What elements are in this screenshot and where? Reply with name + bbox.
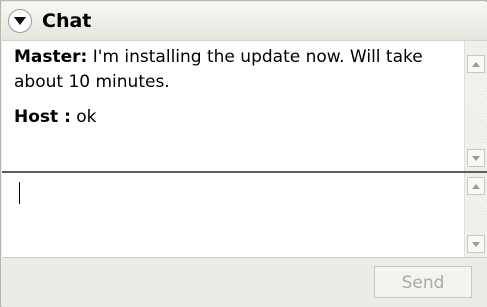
chat-title: Chat [42, 10, 92, 32]
chat-footer: Send [2, 258, 487, 307]
scroll-down-icon[interactable] [467, 235, 485, 253]
text-caret [19, 182, 20, 204]
message-input[interactable] [2, 173, 487, 258]
message-list: Master: I'm installing the update now. W… [14, 45, 454, 140]
scroll-up-icon[interactable] [467, 55, 485, 73]
chat-header[interactable]: Chat [2, 2, 487, 41]
scroll-up-icon[interactable] [467, 177, 485, 195]
scroll-track[interactable] [465, 75, 487, 147]
chat-message: Host : ok [14, 105, 454, 130]
chat-message: Master: I'm installing the update now. W… [14, 45, 454, 95]
message-sender: Host : [14, 107, 71, 127]
chat-log-scrollbar[interactable] [464, 41, 487, 171]
input-scrollbar[interactable] [464, 173, 487, 257]
chat-log: Master: I'm installing the update now. W… [2, 41, 487, 173]
scroll-down-icon[interactable] [467, 149, 485, 167]
send-button[interactable]: Send [374, 266, 472, 298]
chat-panel: Chat Master: I'm installing the update n… [0, 0, 487, 307]
message-sender: Master: [14, 47, 88, 67]
message-text: ok [76, 107, 97, 127]
chevron-down-icon[interactable] [8, 9, 32, 33]
scroll-track[interactable] [465, 197, 487, 233]
